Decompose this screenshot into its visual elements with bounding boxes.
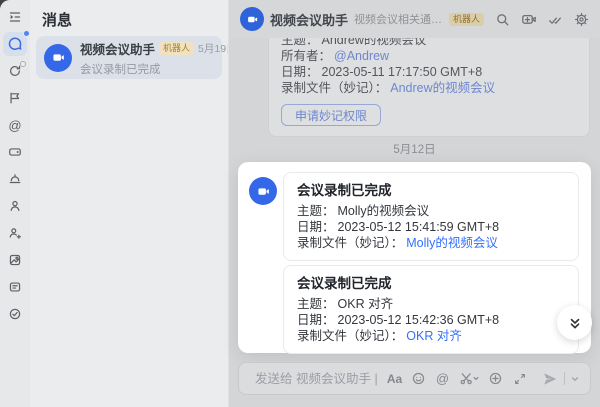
emoji-icon[interactable] bbox=[410, 370, 427, 387]
message-composer: Aa @ bbox=[238, 362, 591, 395]
file-label: 录制文件（妙记）： bbox=[297, 235, 403, 251]
contacts-icon[interactable] bbox=[7, 198, 23, 214]
recording-link[interactable]: Molly的视频会议 bbox=[406, 235, 498, 251]
chat-header: 视频会议助手 视频会议相关通知 | 查看所有妙... 机器人 bbox=[229, 0, 600, 38]
at-glyph: @ bbox=[8, 118, 21, 133]
app-window: @ 消息 视频会议助手 bbox=[0, 0, 600, 407]
tour-spotlight: 会议录制已完成 主题：Molly的视频会议 日期：2023-05-12 15:4… bbox=[238, 162, 591, 353]
topic-label: 主题： bbox=[297, 296, 335, 312]
date-value: 2023-05-12 15:42:36 GMT+8 bbox=[338, 312, 500, 328]
text-format-icon[interactable]: Aa bbox=[386, 370, 403, 387]
card-title: 会议录制已完成 bbox=[297, 182, 565, 199]
recording-link[interactable]: OKR 对齐 bbox=[406, 328, 462, 344]
mention-icon[interactable]: @ bbox=[434, 370, 451, 387]
collapse-sidebar-icon[interactable] bbox=[7, 9, 23, 25]
message-card-okr: 会议录制已完成 主题：OKR 对齐 日期：2023-05-12 15:42:36… bbox=[283, 265, 579, 354]
date-value: 2023-05-12 15:41:59 GMT+8 bbox=[338, 219, 500, 235]
date-label: 日期： bbox=[297, 312, 335, 328]
attachment-plus-icon[interactable] bbox=[487, 370, 504, 387]
external-contacts-icon[interactable] bbox=[7, 225, 23, 241]
date-label: 日期： bbox=[297, 219, 335, 235]
screenshot-scissors-icon[interactable] bbox=[458, 370, 480, 387]
chat-avatar bbox=[240, 7, 264, 31]
bot-badge-header: 机器人 bbox=[449, 13, 484, 26]
chat-area: 视频会议助手 视频会议相关通知 | 查看所有妙... 机器人 主题：Andrew… bbox=[228, 0, 600, 407]
topic-label: 主题： bbox=[297, 203, 335, 219]
owner-label: 所有者： bbox=[281, 48, 331, 64]
contact-cards-icon[interactable] bbox=[7, 279, 23, 295]
recording-link[interactable]: Andrew的视频会议 bbox=[390, 80, 495, 96]
expand-composer-icon[interactable] bbox=[511, 370, 528, 387]
send-options-chevron-icon[interactable] bbox=[569, 370, 581, 387]
bot-avatar bbox=[44, 44, 72, 72]
owner-mention-link[interactable]: @Andrew bbox=[334, 48, 389, 64]
topic-value: OKR 对齐 bbox=[338, 296, 394, 312]
gallery-icon[interactable] bbox=[7, 252, 23, 268]
scroll-to-bottom-button[interactable] bbox=[557, 305, 592, 340]
send-icon[interactable] bbox=[541, 370, 558, 387]
double-check-icon[interactable] bbox=[548, 11, 563, 28]
settings-gear-icon[interactable] bbox=[574, 11, 589, 28]
composer-divider bbox=[564, 372, 565, 385]
chat-title: 视频会议助手 bbox=[270, 10, 348, 29]
snooze-badge bbox=[20, 61, 26, 67]
flag-icon[interactable] bbox=[7, 90, 23, 106]
tag-icon[interactable] bbox=[7, 144, 23, 160]
bot-badge: 机器人 bbox=[159, 42, 194, 55]
unread-badge bbox=[23, 30, 30, 37]
date-divider: 5月12日 bbox=[229, 141, 600, 157]
file-label: 录制文件（妙记）： bbox=[281, 80, 387, 96]
bot-avatar-message bbox=[249, 177, 277, 205]
topic-value: Molly的视频会议 bbox=[338, 203, 430, 219]
message-card-molly: 会议录制已完成 主题：Molly的视频会议 日期：2023-05-12 15:4… bbox=[283, 172, 579, 261]
message-input[interactable] bbox=[253, 371, 379, 387]
mention-rail-icon[interactable]: @ bbox=[7, 117, 23, 133]
date-label: 日期： bbox=[281, 64, 319, 80]
conversation-preview: 会议录制已完成 bbox=[80, 61, 214, 77]
chat-subtitle[interactable]: 视频会议相关通知 | 查看所有妙... bbox=[354, 11, 443, 27]
request-minutes-permission-button[interactable]: 申请妙记权限 bbox=[281, 104, 381, 126]
conversation-list-panel: 消息 视频会议助手 机器人 5月19日 会议录制已完成 bbox=[30, 0, 228, 407]
messages-icon[interactable] bbox=[3, 32, 27, 56]
double-chevron-down-icon bbox=[567, 315, 583, 331]
panel-title: 消息 bbox=[42, 9, 72, 30]
nav-rail: @ bbox=[0, 0, 30, 407]
conversation-text: 视频会议助手 机器人 5月19日 会议录制已完成 bbox=[80, 39, 214, 77]
search-icon[interactable] bbox=[495, 11, 510, 28]
conversation-item[interactable]: 视频会议助手 机器人 5月19日 会议录制已完成 bbox=[36, 36, 222, 79]
date-value: 2023-05-11 17:17:50 GMT+8 bbox=[322, 64, 483, 80]
tasks-icon[interactable] bbox=[7, 306, 23, 322]
helpdesk-icon[interactable] bbox=[7, 171, 23, 187]
file-label: 录制文件（妙记）： bbox=[297, 328, 403, 344]
card-title: 会议录制已完成 bbox=[297, 275, 565, 292]
snooze-icon[interactable] bbox=[7, 63, 23, 79]
message-card-andrew: 主题：Andrew的视频会议 所有者：@Andrew 日期：2023-05-11… bbox=[268, 23, 590, 137]
conversation-name: 视频会议助手 bbox=[80, 39, 155, 58]
video-call-icon[interactable] bbox=[521, 11, 537, 28]
